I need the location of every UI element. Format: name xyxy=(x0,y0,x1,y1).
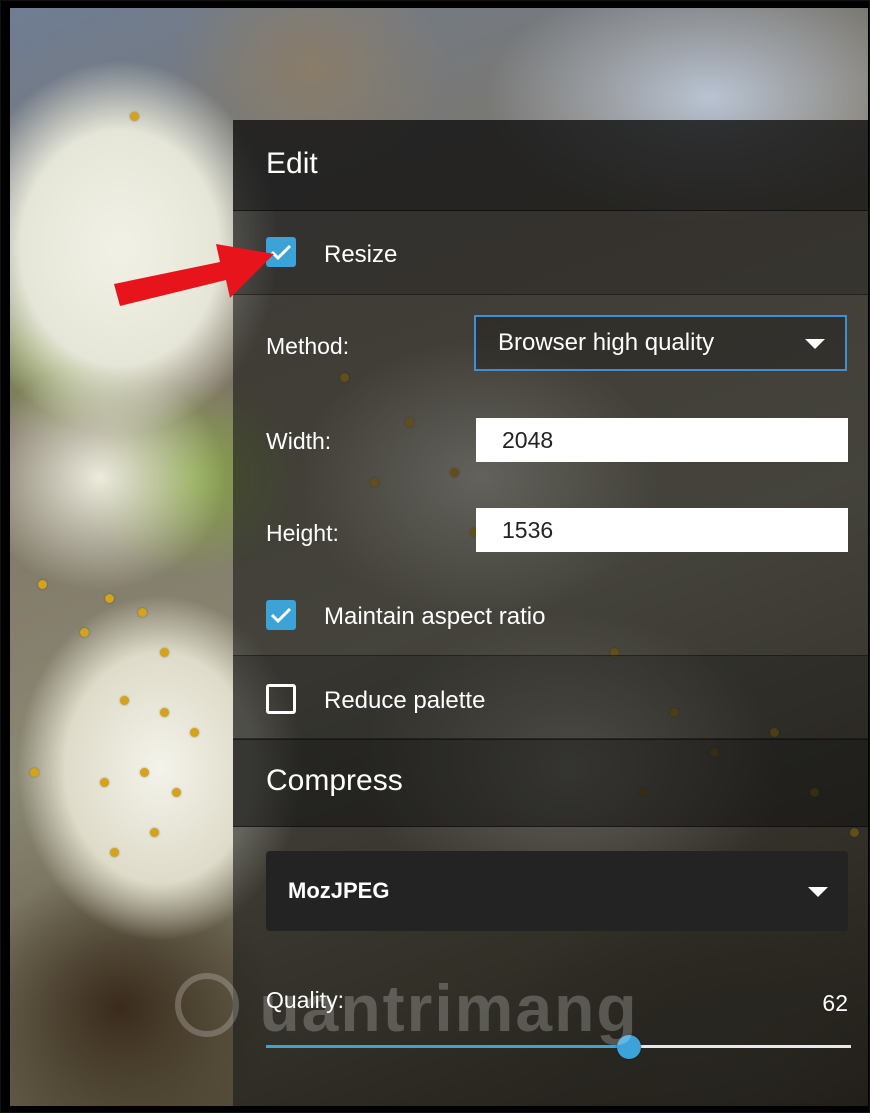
image-frame xyxy=(0,0,870,1113)
